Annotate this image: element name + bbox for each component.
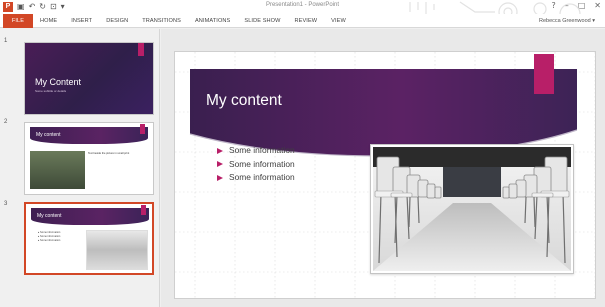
tab-file[interactable]: FILE: [3, 13, 33, 28]
title-bar: P ▣ ↶ ↻ ⊡ ▾ Presentation1 - PowerPoint ?…: [0, 0, 605, 14]
bullet-text: Some information: [229, 145, 295, 155]
tab-insert[interactable]: INSERT: [64, 14, 99, 28]
bullet-item: Some information: [217, 171, 295, 185]
thumbnail-bullet: ▸ Some information: [38, 239, 61, 242]
user-account[interactable]: Rebecca Greenwood ▾: [539, 18, 595, 24]
ribbon-tabs: FILE HOME INSERT DESIGN TRANSITIONS ANIM…: [0, 13, 605, 28]
help-icon[interactable]: ?: [551, 1, 555, 10]
tab-design[interactable]: DESIGN: [99, 14, 135, 28]
tab-view[interactable]: VIEW: [324, 14, 353, 28]
slide-number: 3: [4, 201, 8, 207]
thumbnail-title: My Content: [35, 77, 82, 87]
slide-thumbnails-pane: 1 My Content Some subtitle or details 2 …: [0, 29, 160, 307]
user-name: Rebecca Greenwood: [539, 18, 591, 24]
slide-thumbnail-2[interactable]: My content Text beside the picture in sm…: [24, 122, 154, 195]
bullet-arrow-icon: [217, 161, 223, 168]
accent-bar: [141, 205, 146, 215]
tab-transitions[interactable]: TRANSITIONS: [135, 14, 188, 28]
thumbnail-picture: [30, 151, 85, 189]
bullet-text: Some information: [229, 172, 295, 182]
minimize-icon[interactable]: –: [565, 1, 569, 10]
thumbnail-bullet-text: Some information: [40, 235, 61, 238]
chairs-image: [373, 147, 571, 271]
thumbnail-title: My content: [36, 132, 61, 138]
thumbnail-title: My content: [37, 213, 62, 219]
thumbnail-bullet-text: Some information: [40, 231, 61, 234]
window-title: Presentation1 - PowerPoint: [265, 2, 340, 8]
window-controls: ? – □ ✕: [551, 1, 601, 10]
powerpoint-window: P ▣ ↶ ↻ ⊡ ▾ Presentation1 - PowerPoint ?…: [0, 0, 605, 307]
close-icon[interactable]: ✕: [594, 1, 601, 10]
slide-thumbnail-3[interactable]: My content ▸ Some information ▸ Some inf…: [24, 202, 154, 275]
tab-animations[interactable]: ANIMATIONS: [188, 14, 237, 28]
thumbnail-bullets: ▸ Some information ▸ Some information ▸ …: [38, 231, 60, 243]
chairs-picture[interactable]: [370, 144, 574, 274]
thumbnail-bullet-text: Some information: [40, 239, 61, 242]
slide-title[interactable]: My content: [206, 92, 282, 110]
thumbnail-picture: [86, 230, 148, 270]
slide-number: 2: [4, 119, 8, 125]
tab-slide-show[interactable]: SLIDE SHOW: [237, 14, 287, 28]
thumbnail-subtitle: Some subtitle or details: [35, 89, 67, 93]
accent-bar: [140, 124, 145, 134]
slide-thumbnail-1[interactable]: My Content Some subtitle or details: [24, 42, 154, 115]
thumbnail-title-background: My Content Some subtitle or details: [25, 43, 153, 114]
bullet-text: Some information: [229, 158, 295, 169]
tab-home[interactable]: HOME: [33, 14, 64, 28]
bullet-item: Some information: [217, 158, 295, 172]
bullet-arrow-icon: [217, 147, 223, 154]
maximize-icon[interactable]: □: [578, 1, 586, 10]
slide-editor: My content Some information Some informa…: [161, 29, 605, 307]
current-slide[interactable]: My content Some information Some informa…: [174, 51, 596, 299]
thumbnail-banner: My content: [31, 205, 149, 225]
bullet-arrow-icon: [217, 174, 223, 181]
accent-bar: [534, 54, 554, 94]
thumbnail-body-text: Text beside the picture in small print: [88, 152, 130, 155]
bullet-item: Some information: [217, 144, 295, 158]
thumbnail-banner: My content: [30, 124, 148, 144]
bullet-list[interactable]: Some information Some information Some i…: [217, 144, 295, 185]
accent-bar: [138, 43, 144, 56]
tab-review[interactable]: REVIEW: [288, 14, 325, 28]
slide-number: 1: [4, 38, 8, 44]
